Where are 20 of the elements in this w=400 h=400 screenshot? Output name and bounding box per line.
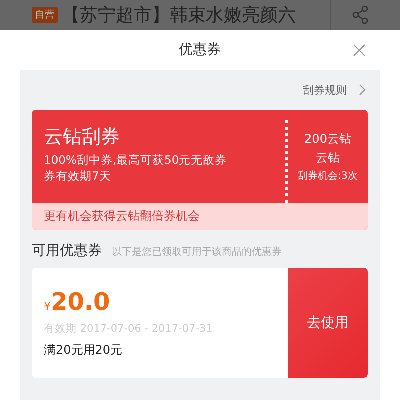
section-hint: 以下是您已领取可用于该商品的优惠券 — [112, 246, 282, 259]
chevron-right-icon[interactable] — [359, 84, 366, 96]
coupon-amount: ¥20.0 — [44, 288, 112, 316]
scratch-chances: 刮券机会:3次 — [298, 170, 358, 182]
close-icon[interactable] — [353, 44, 366, 57]
section-heading: 可用优惠券 — [32, 242, 102, 260]
share-icon[interactable] — [352, 5, 370, 25]
scratch-validity: 券有效期7天 — [44, 168, 112, 184]
scratch-title: 云钻刮券 — [44, 125, 121, 150]
rules-link[interactable]: 刮券规则 — [303, 82, 347, 98]
product-title: 【苏宁超市】韩束水嫩亮颜六 — [62, 4, 297, 27]
promo-banner: 更有机会获得云钻翻倍券机会 — [32, 203, 368, 230]
coupon-condition: 满20元用20元 — [44, 342, 124, 358]
diamond-unit: 云钻 — [316, 150, 340, 166]
use-coupon-button[interactable]: 去使用 — [288, 268, 368, 378]
self-operated-badge: 自营 — [32, 7, 58, 23]
sheet-title: 优惠券 — [179, 41, 221, 59]
scratch-coupon-card[interactable]: 云钻刮券 100%刮中券,最高可获50元无敌券 券有效期7天 200云钻 云钻 刮券机会:3次 更有机会获得云钻翻倍券机会 — [32, 110, 368, 230]
scratch-description: 100%刮中券,最高可获50元无敌券 — [44, 152, 228, 168]
diamond-cost: 200云钻 — [304, 130, 352, 148]
